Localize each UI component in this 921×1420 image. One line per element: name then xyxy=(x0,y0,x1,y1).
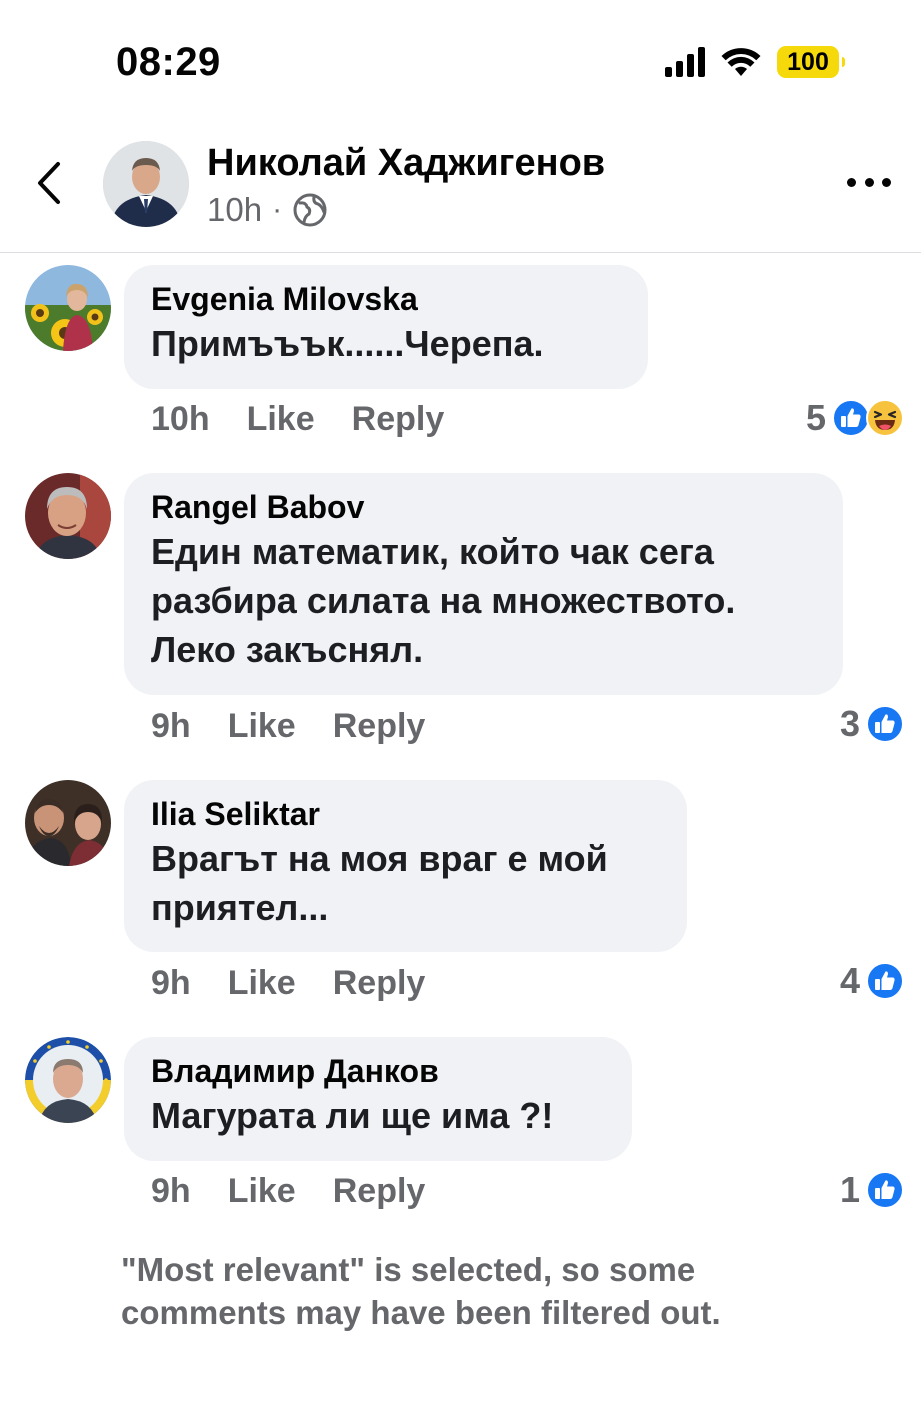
comment-bubble: Ilia Seliktar Врагът на моя враг е мой п… xyxy=(124,780,687,952)
comment-bubble: Владимир Данков Магурата ли ще има ?! xyxy=(124,1037,632,1161)
reaction-summary[interactable]: 4 xyxy=(840,961,904,1001)
like-button[interactable]: Like xyxy=(247,399,315,439)
author-name[interactable]: Николай Хаджигенов xyxy=(207,140,605,186)
cellular-signal-icon xyxy=(665,47,705,77)
more-horizontal-icon[interactable] xyxy=(847,170,891,194)
commenter-avatar[interactable] xyxy=(25,265,111,351)
comment-text: Магурата ли ще има ?! xyxy=(151,1095,554,1136)
globe-icon xyxy=(292,192,328,228)
reaction-summary[interactable]: 5 xyxy=(806,398,904,438)
status-time: 08:29 xyxy=(116,40,221,84)
like-icon xyxy=(832,399,870,437)
reaction-summary[interactable]: 3 xyxy=(840,704,904,744)
reply-button[interactable]: Reply xyxy=(333,1171,426,1211)
battery-icon: 100 xyxy=(777,46,845,78)
commenter-name[interactable]: Evgenia Milovska xyxy=(151,279,621,319)
reaction-summary[interactable]: 1 xyxy=(840,1170,904,1210)
like-icon xyxy=(866,962,904,1000)
comment-actions: 9h Like Reply xyxy=(151,963,462,1003)
reaction-count: 1 xyxy=(839,1169,860,1210)
reply-button[interactable]: Reply xyxy=(333,963,426,1003)
comment-actions: 9h Like Reply xyxy=(151,706,462,746)
comment-actions: 10h Like Reply xyxy=(151,399,481,439)
comment-text: Врагът на моя враг е мой приятел... xyxy=(151,838,608,928)
reply-button[interactable]: Reply xyxy=(333,706,426,746)
comment-bubble: Evgenia Milovska Примъъък......Черепа. xyxy=(124,265,648,389)
reply-button[interactable]: Reply xyxy=(352,399,445,439)
comment-text: Примъъък......Черепа. xyxy=(151,323,544,364)
filter-notice: "Most relevant" is selected, so some com… xyxy=(121,1251,721,1331)
status-icons: 100 xyxy=(665,42,845,82)
post-time[interactable]: 10h xyxy=(207,190,262,230)
comment-actions: 9h Like Reply xyxy=(151,1171,462,1211)
like-icon xyxy=(866,1171,904,1209)
like-button[interactable]: Like xyxy=(228,1171,296,1211)
chevron-left-icon[interactable] xyxy=(30,158,70,208)
author-avatar[interactable] xyxy=(103,141,189,227)
commenter-avatar[interactable] xyxy=(25,1037,111,1123)
commenter-avatar[interactable] xyxy=(25,473,111,559)
comment-bubble: Rangel Babov Един математик, който чак с… xyxy=(124,473,843,695)
battery-level: 100 xyxy=(787,47,829,76)
commenter-name[interactable]: Rangel Babov xyxy=(151,487,816,527)
post-header: Николай Хаджигенов 10h · xyxy=(0,132,921,253)
comment-text: Един математик, който чак сега разбира с… xyxy=(151,531,736,670)
comment-time[interactable]: 9h xyxy=(151,706,191,746)
reaction-count: 4 xyxy=(839,960,860,1001)
comment-time[interactable]: 9h xyxy=(151,1171,191,1211)
comment-time[interactable]: 10h xyxy=(151,399,210,439)
reaction-count: 5 xyxy=(805,397,826,438)
reaction-count: 3 xyxy=(839,703,860,744)
haha-icon xyxy=(866,399,904,437)
like-button[interactable]: Like xyxy=(228,963,296,1003)
commenter-name[interactable]: Ilia Seliktar xyxy=(151,794,660,834)
commenter-avatar[interactable] xyxy=(25,780,111,866)
post-meta: 10h · xyxy=(207,190,328,230)
meta-separator: · xyxy=(272,193,283,226)
wifi-icon xyxy=(721,47,761,77)
comment-time[interactable]: 9h xyxy=(151,963,191,1003)
commenter-name[interactable]: Владимир Данков xyxy=(151,1051,605,1091)
like-button[interactable]: Like xyxy=(228,706,296,746)
like-icon xyxy=(866,705,904,743)
